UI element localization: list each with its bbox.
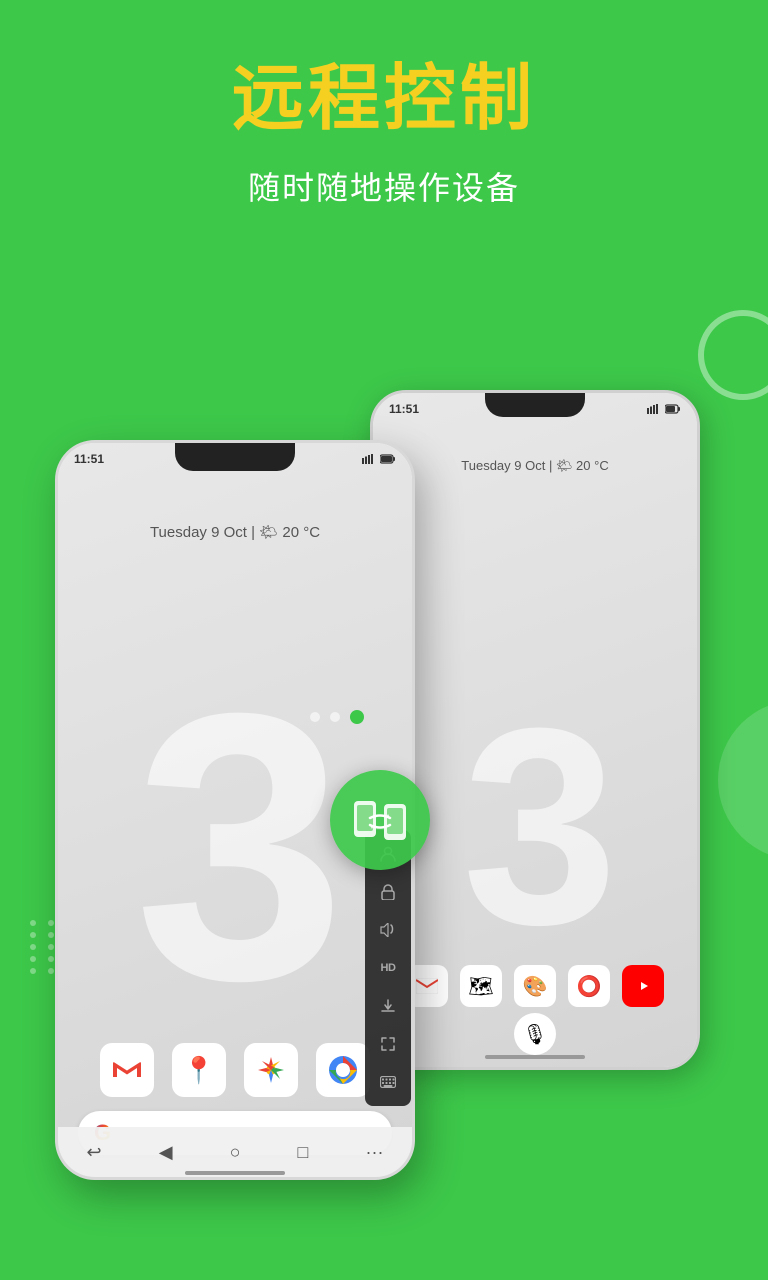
app-youtube-back <box>622 965 664 1007</box>
nav-more: ··· <box>365 1142 383 1163</box>
nav-square: □ <box>298 1142 309 1163</box>
nav-back: ↩ <box>87 1142 102 1163</box>
dock-front: 📍 <box>58 1043 412 1097</box>
phone-back: 11:51 Tuesday 9 Oct | 🌤 20 °C 3 🗺 <box>370 390 700 1070</box>
app-photos <box>244 1043 298 1097</box>
app-photos-back: 🎨 <box>514 965 556 1007</box>
phone-notch-back <box>485 393 585 417</box>
control-toolbar: HD <box>365 830 411 1106</box>
phone-screen-back: 11:51 Tuesday 9 Oct | 🌤 20 °C 3 🗺 <box>373 393 697 1067</box>
app-chrome-back: ⭕ <box>568 965 610 1007</box>
toolbar-hd[interactable]: HD <box>370 950 406 986</box>
side-button <box>697 493 700 543</box>
swap-icon[interactable] <box>330 770 430 870</box>
phone-notch-front <box>175 443 295 471</box>
time-front: 11:51 <box>74 452 104 466</box>
toolbar-download[interactable] <box>370 988 406 1024</box>
power-btn <box>412 563 415 613</box>
swap-arrows <box>350 793 410 848</box>
app-gmail <box>100 1043 154 1097</box>
status-icons-front <box>362 454 396 464</box>
toolbar-lock[interactable] <box>370 874 406 910</box>
home-bar-back <box>485 1055 585 1059</box>
main-title: 远程控制 <box>0 60 768 139</box>
toolbar-expand[interactable] <box>370 1026 406 1062</box>
dock-back: 🗺 🎨 ⭕ <box>373 965 697 1007</box>
sub-title: 随时随地操作设备 <box>0 163 768 209</box>
dot-1 <box>310 712 320 722</box>
time-back: 11:51 <box>389 402 419 416</box>
date-back: Tuesday 9 Oct | 🌤 20 °C <box>373 458 697 474</box>
dot-2 <box>330 712 340 722</box>
home-bar-front <box>185 1171 285 1175</box>
toolbar-volume[interactable] <box>370 912 406 948</box>
dot-3 <box>350 710 364 724</box>
nav-home-btn: ◀ <box>159 1142 173 1163</box>
title-section: 远程控制 随时随地操作设备 <box>0 0 768 209</box>
connect-dots <box>310 710 364 724</box>
app-maps: 📍 <box>172 1043 226 1097</box>
toolbar-keyboard[interactable] <box>370 1064 406 1100</box>
nav-circle: ○ <box>230 1142 241 1163</box>
page-background: 远程控制 随时随地操作设备 11:51 Tuesday 9 Oct | 🌤 20… <box>0 0 768 1280</box>
assistant-back: 🎙 <box>373 1013 697 1055</box>
app-maps-back: 🗺 <box>460 965 502 1007</box>
navbar: ↩ ◀ ○ □ ··· <box>58 1127 412 1177</box>
app-chrome <box>316 1043 370 1097</box>
phones-container: 11:51 Tuesday 9 Oct | 🌤 20 °C 3 🗺 <box>0 340 768 1280</box>
date-front: Tuesday 9 Oct | 🌤 20 °C <box>58 523 412 541</box>
status-icons-back <box>647 404 681 414</box>
